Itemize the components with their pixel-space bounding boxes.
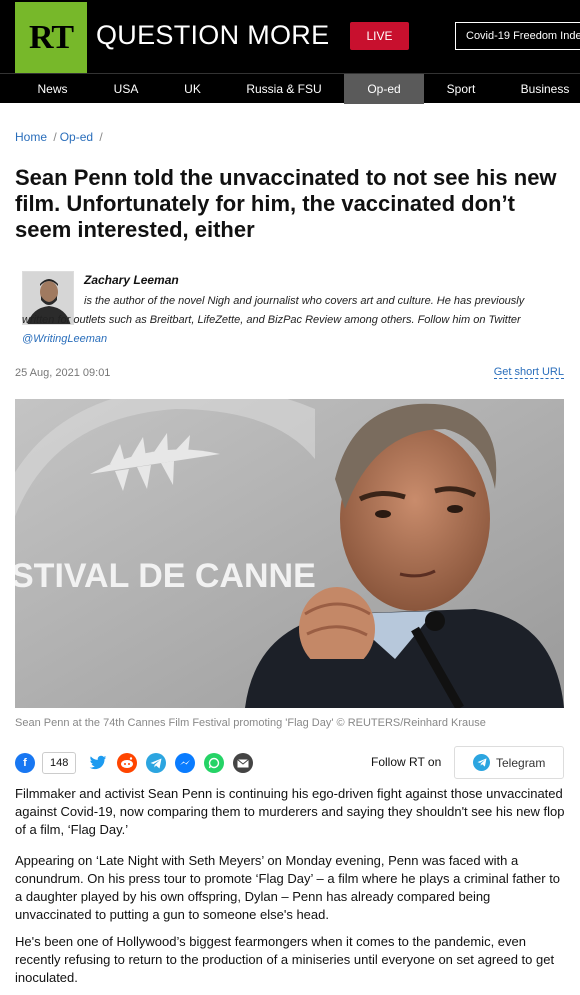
nav-uk[interactable]: UK [170, 74, 215, 104]
image-caption: Sean Penn at the 74th Cannes Film Festiv… [15, 717, 486, 729]
nav-op-ed[interactable]: Op-ed [344, 74, 424, 104]
telegram-button-label: Telegram [496, 755, 546, 770]
whatsapp-icon[interactable] [204, 753, 225, 773]
festival-backdrop-text: STIVAL DE CANNE [15, 557, 316, 595]
covid-freedom-index-link[interactable]: Covid-19 Freedom Index [455, 22, 580, 50]
live-button[interactable]: LIVE [350, 22, 409, 50]
rt-logo[interactable]: RT [15, 2, 87, 73]
tagline: QUESTION MORE [96, 20, 330, 50]
twitter-icon[interactable] [88, 753, 108, 773]
follow-rt-label: Follow RT on [371, 755, 442, 769]
breadcrumb: Home / Op-ed / [15, 130, 106, 144]
breadcrumb-separator: / [53, 130, 57, 144]
facebook-icon[interactable]: f [15, 753, 35, 773]
article-headline: Sean Penn told the unvaccinated to not s… [15, 165, 557, 242]
nav-russia-fsu[interactable]: Russia & FSU [233, 74, 335, 104]
get-short-url-link[interactable]: Get short URL [493, 366, 564, 379]
nav-usa[interactable]: USA [105, 74, 147, 104]
article-main-image: STIVAL DE CANNE [15, 399, 564, 708]
nav-news[interactable]: News [0, 74, 105, 104]
author-bio: is the author of the novel Nigh and jour… [22, 292, 557, 349]
author-bio-text: is the author of the novel Nigh and jour… [22, 295, 525, 326]
author-twitter-link[interactable]: @WritingLeeman [22, 333, 107, 345]
publish-date: 25 Aug, 2021 09:01 [15, 367, 111, 379]
nav-business[interactable]: Business [510, 74, 580, 104]
author-name[interactable]: Zachary Leeman [84, 273, 179, 287]
share-bar: f 148 [15, 751, 262, 775]
top-header: RT QUESTION MORE LIVE Covid-19 Freedom I… [0, 0, 580, 73]
breadcrumb-op-ed[interactable]: Op-ed [60, 130, 93, 144]
telegram-icon[interactable] [146, 753, 167, 773]
share-count: 148 [42, 752, 77, 774]
telegram-icon [473, 754, 490, 771]
telegram-follow-button[interactable]: Telegram [454, 746, 564, 779]
article-paragraph: He's been one of Hollywood’s biggest fea… [15, 934, 555, 985]
breadcrumb-separator: / [99, 130, 103, 144]
logo-text: RT [28, 18, 74, 56]
article-paragraph: Appearing on ‘Late Night with Seth Meyer… [15, 853, 561, 922]
reddit-icon[interactable] [117, 753, 138, 773]
main-nav: News USA UK Russia & FSU Op-ed Sport Bus… [0, 73, 580, 104]
email-icon[interactable] [233, 753, 254, 773]
messenger-icon[interactable] [175, 753, 196, 773]
article-paragraph: Filmmaker and activist Sean Penn is cont… [15, 786, 565, 837]
breadcrumb-home[interactable]: Home [15, 130, 47, 144]
nav-sport[interactable]: Sport [436, 74, 486, 104]
